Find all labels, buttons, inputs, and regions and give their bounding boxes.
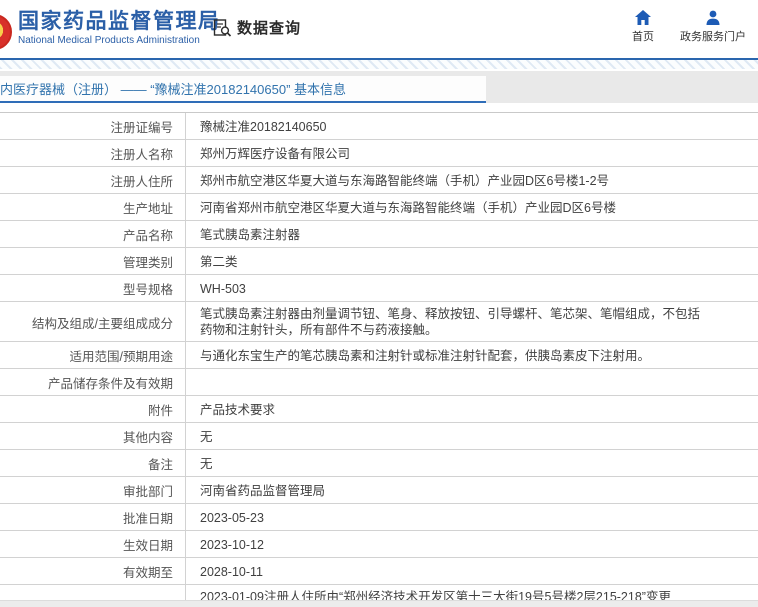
table-row: 附件产品技术要求 <box>0 396 758 423</box>
table-row: 备注无 <box>0 450 758 477</box>
row-value: 产品技术要求 <box>186 396 758 422</box>
table-row: 其他内容无 <box>0 423 758 450</box>
row-value: 与通化东宝生产的笔芯胰岛素和注射针或标准注射针配套，供胰岛素皮下注射用。 <box>186 342 758 368</box>
table-row: 型号规格WH-503 <box>0 275 758 302</box>
row-value: 2023-10-12 <box>186 531 758 557</box>
row-label: 有效期至 <box>0 558 186 584</box>
decor-hatch-strip <box>0 60 758 69</box>
org-name-cn: 国家药品监督管理局 <box>18 10 221 34</box>
table-row: 适用范围/预期用途与通化东宝生产的笔芯胰岛素和注射针或标准注射针配套，供胰岛素皮… <box>0 342 758 369</box>
table-row: 注册人住所郑州市航空港区华夏大道与东海路智能终端（手机）产业园D区6号楼1-2号 <box>0 167 758 194</box>
row-label: 适用范围/预期用途 <box>0 342 186 368</box>
row-value: WH-503 <box>186 275 758 301</box>
row-label: 批准日期 <box>0 504 186 530</box>
home-icon <box>635 10 651 25</box>
header: 国家药品监督管理局 National Medical Products Admi… <box>0 0 758 58</box>
nav-home-label: 首页 <box>632 28 654 44</box>
table-row: 注册人名称郑州万辉医疗设备有限公司 <box>0 140 758 167</box>
row-value: 河南省郑州市航空港区华夏大道与东海路智能终端（手机）产业园D区6号楼 <box>186 194 758 220</box>
row-label: 其他内容 <box>0 423 186 449</box>
row-label: 产品储存条件及有效期 <box>0 369 186 395</box>
row-value: 河南省药品监督管理局 <box>186 477 758 503</box>
registration-info-table: 注册证编号豫械注准20182140650 注册人名称郑州万辉医疗设备有限公司 注… <box>0 112 758 607</box>
org-title-block: 国家药品监督管理局 National Medical Products Admi… <box>18 10 221 48</box>
table-row: 结构及组成/主要组成成分笔式胰岛素注射器由剂量调节钮、笔身、释放按钮、引导螺杆、… <box>0 302 758 342</box>
row-label: 管理类别 <box>0 248 186 274</box>
row-label: 生效日期 <box>0 531 186 557</box>
user-icon <box>705 10 721 25</box>
row-label: 注册证编号 <box>0 113 186 139</box>
table-row: 有效期至2028-10-11 <box>0 558 758 585</box>
row-value: 2028-10-11 <box>186 558 758 584</box>
table-row: 生效日期2023-10-12 <box>0 531 758 558</box>
nav-gov-portal-label: 政务服务门户 <box>680 28 746 44</box>
table-row: 注册证编号豫械注准20182140650 <box>0 113 758 140</box>
row-value: 无 <box>186 450 758 476</box>
row-value: 无 <box>186 423 758 449</box>
top-nav: 首页 政务服务门户 <box>632 10 746 44</box>
row-label: 型号规格 <box>0 275 186 301</box>
row-label: 审批部门 <box>0 477 186 503</box>
table-row: 审批部门河南省药品监督管理局 <box>0 477 758 504</box>
org-name-en: National Medical Products Administration <box>18 34 221 48</box>
table-row: 生产地址河南省郑州市航空港区华夏大道与东海路智能终端（手机）产业园D区6号楼 <box>0 194 758 221</box>
row-value: 豫械注准20182140650 <box>186 113 758 139</box>
row-label: 结构及组成/主要组成成分 <box>0 302 186 341</box>
row-value: 2023-05-23 <box>186 504 758 530</box>
document-search-icon <box>212 18 232 38</box>
row-value <box>186 369 758 395</box>
table-row: 批准日期2023-05-23 <box>0 504 758 531</box>
table-row: 管理类别第二类 <box>0 248 758 275</box>
breadcrumb-tab: 内医疗器械（注册） —— “豫械注准20182140650” 基本信息 <box>0 76 486 103</box>
footer-strip <box>0 600 758 607</box>
nav-home[interactable]: 首页 <box>632 10 654 44</box>
breadcrumb-bar: 内医疗器械（注册） —— “豫械注准20182140650” 基本信息 <box>0 71 758 103</box>
row-value: 笔式胰岛素注射器由剂量调节钮、笔身、释放按钮、引导螺杆、笔芯架、笔帽组成，不包括… <box>186 302 758 341</box>
row-label: 产品名称 <box>0 221 186 247</box>
row-value: 郑州万辉医疗设备有限公司 <box>186 140 758 166</box>
row-value: 笔式胰岛素注射器 <box>186 221 758 247</box>
row-value: 郑州市航空港区华夏大道与东海路智能终端（手机）产业园D区6号楼1-2号 <box>186 167 758 193</box>
row-value: 第二类 <box>186 248 758 274</box>
nav-gov-portal[interactable]: 政务服务门户 <box>680 10 746 44</box>
national-emblem-logo <box>0 14 12 50</box>
row-label: 注册人住所 <box>0 167 186 193</box>
page: 国家药品监督管理局 National Medical Products Admi… <box>0 0 758 607</box>
data-query-header: 数据查询 <box>212 17 301 38</box>
data-query-label: 数据查询 <box>237 17 301 38</box>
row-label: 注册人名称 <box>0 140 186 166</box>
row-label: 备注 <box>0 450 186 476</box>
table-row: 产品名称笔式胰岛素注射器 <box>0 221 758 248</box>
row-label: 生产地址 <box>0 194 186 220</box>
table-row: 产品储存条件及有效期 <box>0 369 758 396</box>
row-label: 附件 <box>0 396 186 422</box>
breadcrumb: 内医疗器械（注册） —— “豫械注准20182140650” 基本信息 <box>0 79 346 98</box>
